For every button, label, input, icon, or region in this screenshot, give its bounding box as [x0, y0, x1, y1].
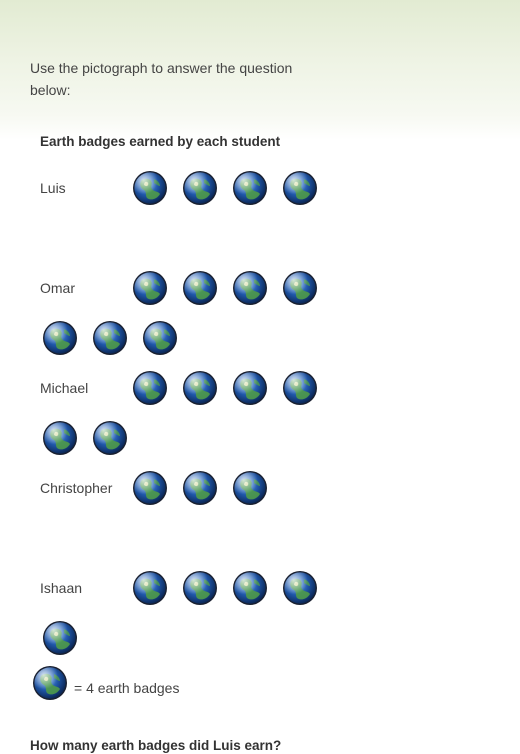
globe-icon: [93, 321, 127, 355]
row-label: Luis: [40, 180, 66, 196]
globe-icon: [233, 571, 267, 605]
globe-icon: [233, 371, 267, 405]
globe-icon: [183, 471, 217, 505]
globe-icon: [233, 471, 267, 505]
row-label: Christopher: [40, 480, 113, 496]
globe-icon: [93, 421, 127, 455]
globe-icon: [283, 171, 317, 205]
globe-icon: [143, 321, 177, 355]
globe-icon: [43, 321, 77, 355]
globe-icon: [283, 571, 317, 605]
globe-icon: [233, 171, 267, 205]
globe-icon: [283, 371, 317, 405]
globe-icon: [233, 271, 267, 305]
globe-icon: [183, 371, 217, 405]
globe-icon: [43, 621, 77, 655]
globe-icon: [133, 471, 167, 505]
globe-icon: [133, 271, 167, 305]
globe-icon: [183, 571, 217, 605]
chart-title: Earth badges earned by each student: [40, 134, 281, 149]
instructions: Use the pictograph to answer the questio…: [30, 60, 293, 98]
globe-icon: [43, 421, 77, 455]
row-label: Ishaan: [40, 580, 83, 596]
globe-icon: [33, 666, 67, 700]
globe-icon: [133, 571, 167, 605]
key-label: = 4 earth badges: [74, 680, 180, 696]
row-label: Omar: [40, 280, 75, 296]
question: How many earth badges did Luis earn?: [30, 738, 282, 753]
row-label: Michael: [40, 380, 89, 396]
globe-icon: [133, 171, 167, 205]
globe-icon: [183, 271, 217, 305]
globe-icon: [283, 271, 317, 305]
globe-icon: [133, 371, 167, 405]
globe-icon: [183, 171, 217, 205]
